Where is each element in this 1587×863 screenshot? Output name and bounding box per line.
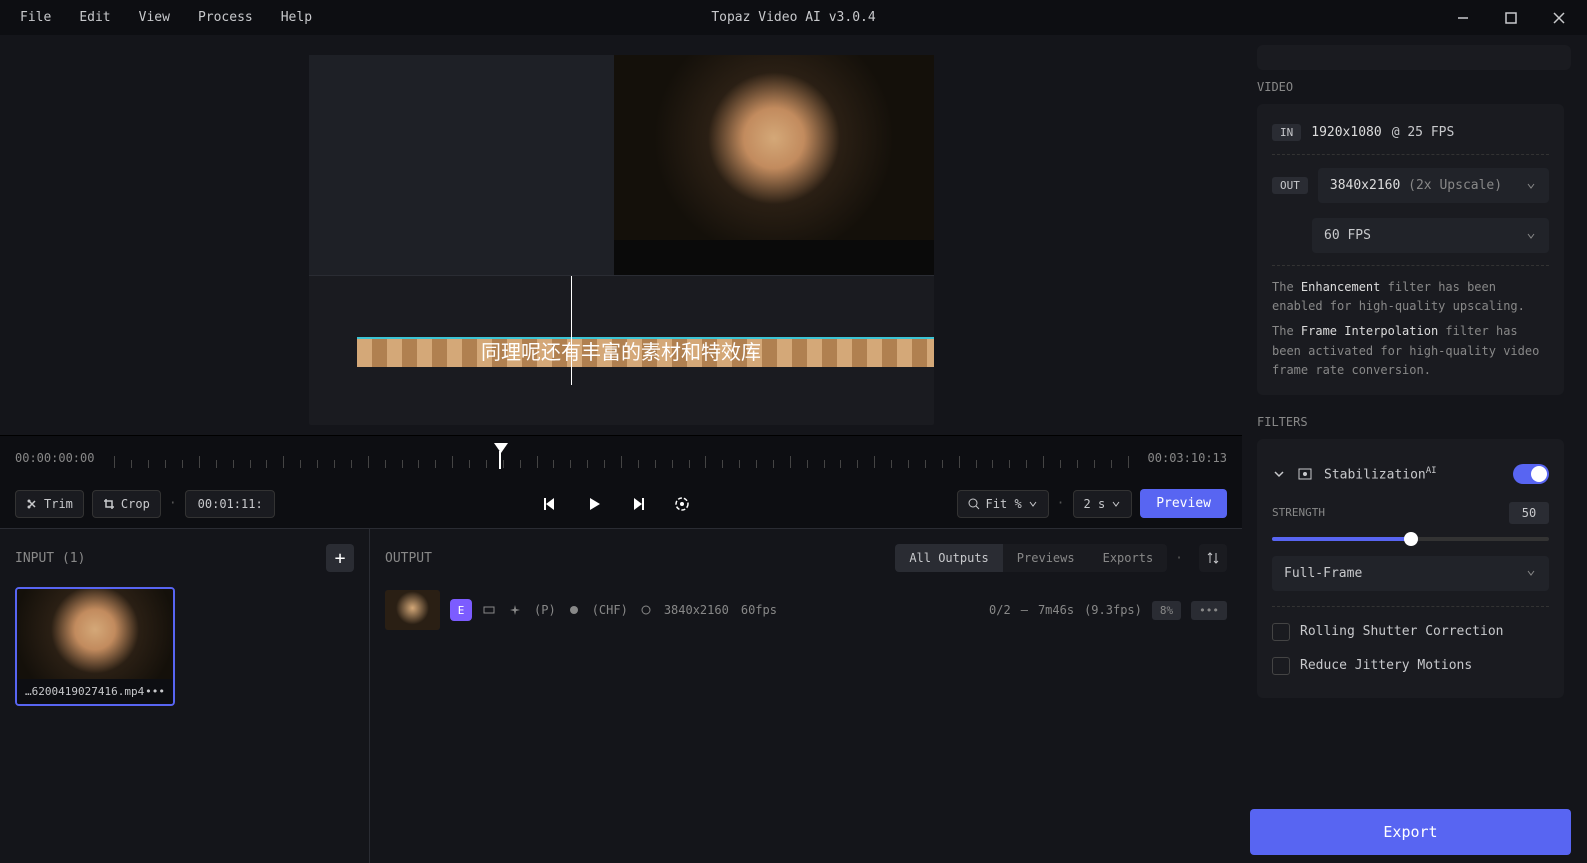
input-panel: INPUT (1) + …6200419027416.mp4 ••• [0,529,370,863]
crop-icon [103,498,115,510]
output-row[interactable]: E (P) (CHF) 3840x2160 60fps 0/2 — [385,590,1227,630]
app-title: Topaz Video AI v3.0.4 [711,10,875,25]
status-interpolation: The Frame Interpolation filter has been … [1272,316,1549,380]
export-button[interactable]: Export [1250,809,1571,855]
stabilize-icon [482,603,496,617]
preview-area: 同理呢还有丰富的素材和特效库 [0,35,1242,435]
trim-button[interactable]: Trim [15,490,84,518]
video-subtitle: 同理呢还有丰富的素材和特效库 [481,336,761,365]
window-controls [1443,3,1579,33]
time-end: 00:03:10:13 [1148,451,1227,465]
video-section-title: VIDEO [1257,80,1564,94]
output-resolution: 3840x2160 [664,603,729,617]
titlebar: File Edit View Process Help Topaz Video … [0,0,1587,35]
chevron-down-icon [1525,180,1537,192]
output-rate: (9.3fps) [1084,603,1142,617]
chevron-down-icon [1525,567,1537,579]
out-resolution-dropdown[interactable]: 3840x2160 (2x Upscale) [1318,168,1549,203]
preview-button[interactable]: Preview [1140,489,1227,518]
menu-help[interactable]: Help [269,4,324,31]
output-panel: OUTPUT All Outputs Previews Exports · E [370,529,1242,863]
strength-label: STRENGTH [1272,506,1325,519]
input-title: INPUT (1) [15,551,85,566]
tab-exports[interactable]: Exports [1089,544,1168,572]
editor-player-panel [614,55,934,275]
settings-sidebar: VIDEO IN 1920x1080 @ 25 FPS OUT 3840x216… [1242,35,1587,863]
output-tabs: All Outputs Previews Exports [895,544,1167,572]
input-filename: …6200419027416.mp4 [25,685,144,698]
chevron-down-icon[interactable] [1272,467,1286,481]
status-enhancement: The Enhancement filter has been enabled … [1272,265,1549,316]
strength-value[interactable]: 50 [1509,502,1549,524]
sort-icon [1206,551,1220,565]
zoom-fit-dropdown[interactable]: Fit % [957,490,1049,518]
chevron-down-icon [1111,499,1121,509]
video-preview[interactable]: 同理呢还有丰富的素材和特效库 [309,55,934,425]
input-more-icon[interactable]: ••• [145,685,165,698]
search-icon [968,498,980,510]
in-fps: @ 25 FPS [1392,125,1455,140]
out-fps-dropdown[interactable]: 60 FPS [1312,218,1549,253]
output-fps: 60fps [741,603,777,617]
stabilization-toggle[interactable] [1513,464,1549,484]
scissors-icon [26,498,38,510]
current-time-input[interactable] [185,490,275,518]
timeline-ruler[interactable]: 00:00:00:00 00:03:10:13 [0,435,1242,479]
strength-slider[interactable] [1272,537,1549,541]
reduce-jitter-checkbox[interactable]: Reduce Jittery Motions [1272,649,1549,683]
stabilization-mode-dropdown[interactable]: Full-Frame [1272,556,1549,591]
output-time: 7m46s [1038,603,1074,617]
in-resolution: 1920x1080 [1311,125,1381,140]
filters-section-title: FILTERS [1257,415,1564,429]
chevron-down-icon [1028,499,1038,509]
editor-timeline [309,275,934,385]
menu-process[interactable]: Process [186,4,265,31]
output-progress: 0/2 [989,603,1011,617]
export-badge: E [450,599,472,621]
dot-icon [568,604,580,616]
rolling-shutter-checkbox[interactable]: Rolling Shutter Correction [1272,615,1549,649]
sort-button[interactable] [1199,544,1227,572]
in-badge: IN [1272,124,1301,141]
output-percent: 8% [1152,601,1181,620]
preview-duration-dropdown[interactable]: 2 s [1073,490,1133,518]
chevron-down-icon [1525,230,1537,242]
close-button[interactable] [1539,3,1579,33]
tab-previews[interactable]: Previews [1003,544,1089,572]
input-video-thumb[interactable]: …6200419027416.mp4 ••• [15,587,175,706]
crop-button[interactable]: Crop [92,490,161,518]
stabilize-icon [1296,467,1314,481]
output-thumb [385,590,440,630]
menu-file[interactable]: File [8,4,63,31]
prev-frame-button[interactable] [538,492,562,516]
thumbnail-image [17,589,173,679]
output-more-button[interactable]: ••• [1191,601,1227,620]
menu-bar: File Edit View Process Help [8,4,324,31]
circle-icon [640,604,652,616]
menu-view[interactable]: View [127,4,182,31]
play-button[interactable] [582,492,606,516]
loop-button[interactable] [670,492,694,516]
minimize-button[interactable] [1443,3,1483,33]
tab-all-outputs[interactable]: All Outputs [895,544,1002,572]
filter-stabilization-label: StabilizationAI [1324,466,1437,482]
menu-edit[interactable]: Edit [67,4,122,31]
proc-chf: (CHF) [592,603,628,617]
proc-p: (P) [534,603,556,617]
next-frame-button[interactable] [626,492,650,516]
out-badge: OUT [1272,177,1308,194]
playhead[interactable] [494,443,508,469]
controls-bar: Trim Crop · Fit % · [0,479,1242,528]
editor-library-panel [309,55,614,275]
sparkle-icon [508,603,522,617]
output-title: OUTPUT [385,551,432,566]
add-input-button[interactable]: + [326,544,354,572]
maximize-button[interactable] [1491,3,1531,33]
time-start: 00:00:00:00 [15,451,94,465]
